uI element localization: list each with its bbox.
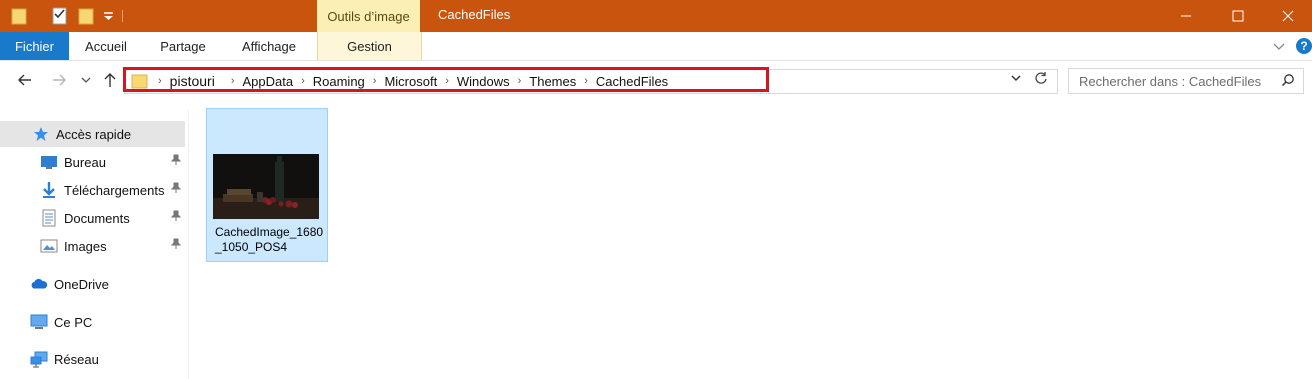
sidebar-item-label: Documents (64, 210, 130, 226)
pictures-icon (40, 237, 58, 255)
maximize-icon (1232, 10, 1244, 22)
minimize-icon (1181, 15, 1191, 17)
up-arrow-icon (104, 73, 116, 87)
image-thumbnail (213, 154, 319, 219)
sidebar-item-label: Accès rapide (56, 126, 132, 142)
sidebar-item-images[interactable]: Images (0, 233, 185, 259)
sidebar-item-telechargements[interactable]: Téléchargements (0, 177, 185, 203)
contextual-tab-header: Outils d’image (317, 0, 420, 32)
search-icon[interactable] (1281, 73, 1295, 90)
file-name: CachedImage_1680_1050_POS4 (215, 225, 324, 254)
tab-accueil[interactable]: Accueil (74, 32, 138, 60)
sidebar-item-reseau[interactable]: Réseau (0, 346, 185, 372)
tab-affichage[interactable]: Affichage (230, 32, 308, 60)
sidebar-item-ce-pc[interactable]: Ce PC (0, 309, 185, 335)
download-icon (40, 181, 58, 199)
pin-icon[interactable] (170, 238, 182, 253)
search-placeholder: Rechercher dans : CachedFiles (1079, 74, 1262, 89)
computer-icon (30, 313, 48, 331)
properties-icon[interactable] (50, 5, 70, 27)
up-button[interactable] (100, 70, 120, 90)
address-highlight-box (123, 67, 769, 92)
tab-partage[interactable]: Partage (150, 32, 216, 60)
documents-icon (40, 209, 58, 227)
sidebar-item-documents[interactable]: Documents (0, 205, 185, 231)
sidebar-item-label: Réseau (54, 351, 99, 367)
onedrive-icon (30, 275, 48, 293)
pin-icon[interactable] (170, 154, 182, 169)
ribbon-tabs: Fichier Accueil Partage Affichage Gestio… (0, 32, 1312, 61)
file-item[interactable]: CachedImage_1680_1050_POS4 (206, 108, 328, 262)
sidebar-item-acces-rapide[interactable]: Accès rapide (0, 121, 185, 147)
expand-ribbon-icon[interactable] (1272, 39, 1286, 56)
sidebar-item-label: Téléchargements (64, 182, 165, 198)
new-folder-icon[interactable] (77, 5, 97, 27)
help-icon[interactable]: ? (1296, 38, 1312, 54)
folder-icon[interactable] (10, 5, 30, 27)
title-bar: Outils d’image CachedFiles (0, 0, 1312, 32)
tab-gestion[interactable]: Gestion (317, 32, 422, 60)
forward-button[interactable] (48, 70, 70, 90)
close-button[interactable] (1264, 0, 1312, 32)
back-arrow-icon (18, 74, 31, 86)
search-box[interactable]: Rechercher dans : CachedFiles (1068, 68, 1304, 94)
chevron-down-icon (81, 77, 91, 83)
sidebar-item-bureau[interactable]: Bureau (0, 149, 185, 175)
chevron-down-icon (1011, 75, 1021, 81)
tab-fichier[interactable]: Fichier (0, 32, 69, 60)
refresh-icon (1035, 72, 1047, 84)
network-icon (30, 350, 48, 368)
star-icon (32, 125, 50, 143)
maximize-button[interactable] (1212, 0, 1264, 32)
refresh-button[interactable] (1034, 71, 1048, 88)
minimize-button[interactable] (1160, 0, 1212, 32)
pin-icon[interactable] (170, 210, 182, 225)
back-button[interactable] (14, 70, 36, 90)
close-icon (1282, 10, 1294, 22)
navigation-bar: › pistouri › AppData › Roaming › Microso… (0, 61, 1312, 99)
sidebar-item-onedrive[interactable]: OneDrive (0, 271, 185, 297)
toolbar-divider (122, 10, 123, 22)
sidebar-item-label: Images (64, 238, 107, 254)
desktop-icon (40, 153, 58, 171)
sidebar-item-label: OneDrive (54, 276, 109, 292)
customize-toolbar-icon[interactable] (100, 5, 120, 27)
address-history-dropdown[interactable] (1010, 73, 1022, 86)
navigation-pane: Accès rapide Bureau Téléchargements Docu… (0, 110, 189, 379)
window-title: CachedFiles (438, 7, 511, 22)
pin-icon[interactable] (170, 182, 182, 197)
forward-arrow-icon (53, 74, 66, 86)
recent-locations-button[interactable] (78, 70, 94, 90)
sidebar-item-label: Ce PC (54, 314, 93, 330)
sidebar-item-label: Bureau (64, 154, 106, 170)
